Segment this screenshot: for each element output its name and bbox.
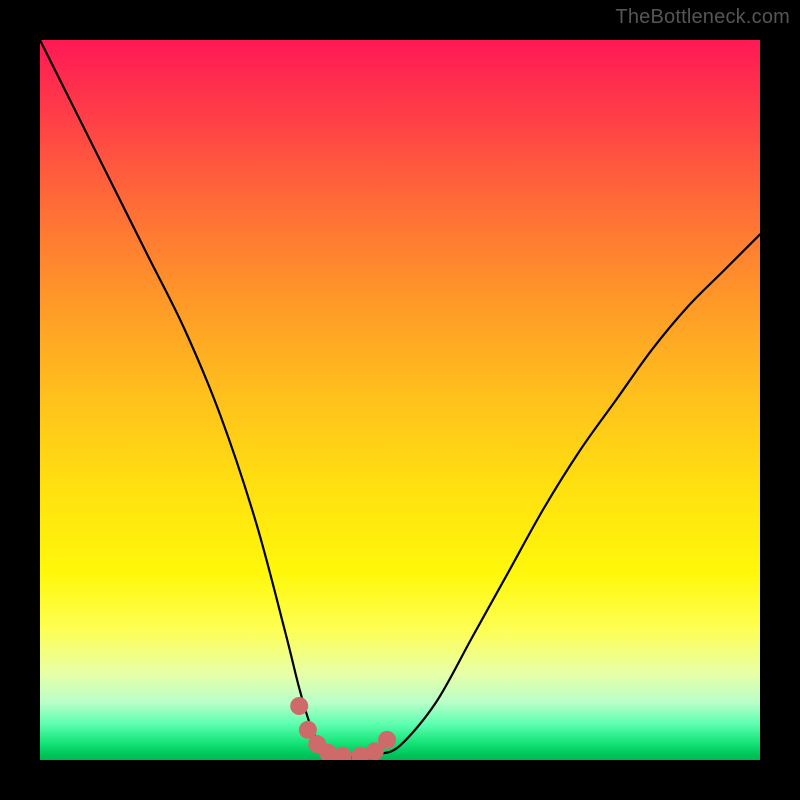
valley-marker bbox=[333, 747, 351, 760]
curve-layer bbox=[40, 40, 760, 760]
valley-marker bbox=[378, 731, 396, 749]
valley-marker bbox=[290, 697, 308, 715]
plot-area bbox=[40, 40, 760, 760]
bottleneck-curve bbox=[40, 40, 760, 757]
chart-frame: TheBottleneck.com bbox=[0, 0, 800, 800]
watermark-text: TheBottleneck.com bbox=[615, 6, 790, 29]
valley-markers bbox=[290, 697, 396, 760]
